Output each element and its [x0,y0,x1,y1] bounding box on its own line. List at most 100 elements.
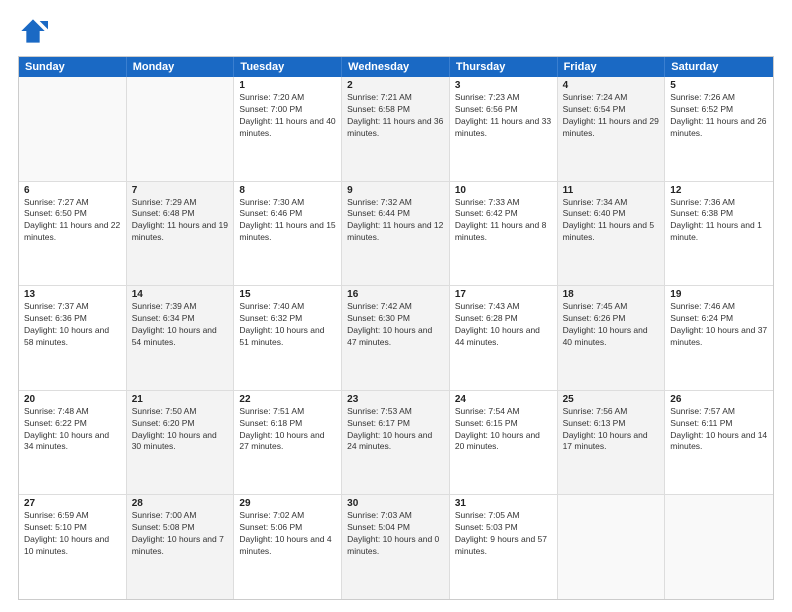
calendar-cell: 15Sunrise: 7:40 AMSunset: 6:32 PMDayligh… [234,286,342,390]
sunset-text: Sunset: 7:00 PM [239,104,336,116]
day-header-wednesday: Wednesday [342,57,450,77]
sunset-text: Sunset: 6:17 PM [347,418,444,430]
calendar: SundayMondayTuesdayWednesdayThursdayFrid… [18,56,774,600]
sunset-text: Sunset: 5:03 PM [455,522,552,534]
sunset-text: Sunset: 6:26 PM [563,313,660,325]
daylight-text: Daylight: 10 hours and 20 minutes. [455,430,552,454]
daylight-text: Daylight: 10 hours and 37 minutes. [670,325,768,349]
calendar-cell: 17Sunrise: 7:43 AMSunset: 6:28 PMDayligh… [450,286,558,390]
calendar-cell: 23Sunrise: 7:53 AMSunset: 6:17 PMDayligh… [342,391,450,495]
calendar-week-1: 6Sunrise: 7:27 AMSunset: 6:50 PMDaylight… [19,181,773,286]
sunrise-text: Sunrise: 7:34 AM [563,197,660,209]
day-number: 5 [670,80,768,91]
daylight-text: Daylight: 10 hours and 4 minutes. [239,534,336,558]
day-number: 7 [132,185,229,196]
sunrise-text: Sunrise: 7:20 AM [239,92,336,104]
daylight-text: Daylight: 9 hours and 57 minutes. [455,534,552,558]
sunset-text: Sunset: 6:32 PM [239,313,336,325]
sunset-text: Sunset: 5:06 PM [239,522,336,534]
sunrise-text: Sunrise: 7:05 AM [455,510,552,522]
calendar-cell: 3Sunrise: 7:23 AMSunset: 6:56 PMDaylight… [450,77,558,181]
logo-icon [18,16,48,46]
sunrise-text: Sunrise: 7:00 AM [132,510,229,522]
day-number: 8 [239,185,336,196]
sunrise-text: Sunrise: 7:48 AM [24,406,121,418]
calendar-cell: 11Sunrise: 7:34 AMSunset: 6:40 PMDayligh… [558,182,666,286]
sunrise-text: Sunrise: 7:24 AM [563,92,660,104]
sunrise-text: Sunrise: 7:39 AM [132,301,229,313]
day-number: 26 [670,394,768,405]
sunset-text: Sunset: 6:20 PM [132,418,229,430]
calendar-cell: 12Sunrise: 7:36 AMSunset: 6:38 PMDayligh… [665,182,773,286]
calendar-cell: 21Sunrise: 7:50 AMSunset: 6:20 PMDayligh… [127,391,235,495]
sunset-text: Sunset: 6:56 PM [455,104,552,116]
daylight-text: Daylight: 10 hours and 14 minutes. [670,430,768,454]
sunrise-text: Sunrise: 7:42 AM [347,301,444,313]
day-number: 21 [132,394,229,405]
day-number: 15 [239,289,336,300]
sunrise-text: Sunrise: 7:50 AM [132,406,229,418]
calendar-cell: 1Sunrise: 7:20 AMSunset: 7:00 PMDaylight… [234,77,342,181]
calendar-week-3: 20Sunrise: 7:48 AMSunset: 6:22 PMDayligh… [19,390,773,495]
day-number: 31 [455,498,552,509]
sunset-text: Sunset: 6:48 PM [132,208,229,220]
daylight-text: Daylight: 10 hours and 54 minutes. [132,325,229,349]
calendar-cell: 16Sunrise: 7:42 AMSunset: 6:30 PMDayligh… [342,286,450,390]
day-number: 25 [563,394,660,405]
day-number: 2 [347,80,444,91]
sunset-text: Sunset: 6:11 PM [670,418,768,430]
daylight-text: Daylight: 11 hours and 36 minutes. [347,116,444,140]
day-number: 11 [563,185,660,196]
sunrise-text: Sunrise: 7:27 AM [24,197,121,209]
calendar-cell: 8Sunrise: 7:30 AMSunset: 6:46 PMDaylight… [234,182,342,286]
day-number: 13 [24,289,121,300]
sunrise-text: Sunrise: 7:57 AM [670,406,768,418]
sunrise-text: Sunrise: 7:54 AM [455,406,552,418]
day-number: 29 [239,498,336,509]
daylight-text: Daylight: 11 hours and 40 minutes. [239,116,336,140]
daylight-text: Daylight: 11 hours and 15 minutes. [239,220,336,244]
daylight-text: Daylight: 10 hours and 40 minutes. [563,325,660,349]
sunset-text: Sunset: 6:40 PM [563,208,660,220]
sunrise-text: Sunrise: 7:37 AM [24,301,121,313]
daylight-text: Daylight: 10 hours and 24 minutes. [347,430,444,454]
page: SundayMondayTuesdayWednesdayThursdayFrid… [0,0,792,612]
day-number: 19 [670,289,768,300]
sunset-text: Sunset: 6:54 PM [563,104,660,116]
daylight-text: Daylight: 10 hours and 17 minutes. [563,430,660,454]
day-number: 30 [347,498,444,509]
daylight-text: Daylight: 11 hours and 12 minutes. [347,220,444,244]
sunrise-text: Sunrise: 7:26 AM [670,92,768,104]
calendar-cell: 4Sunrise: 7:24 AMSunset: 6:54 PMDaylight… [558,77,666,181]
calendar-cell: 22Sunrise: 7:51 AMSunset: 6:18 PMDayligh… [234,391,342,495]
sunset-text: Sunset: 6:58 PM [347,104,444,116]
sunset-text: Sunset: 6:22 PM [24,418,121,430]
sunset-text: Sunset: 6:28 PM [455,313,552,325]
calendar-cell: 7Sunrise: 7:29 AMSunset: 6:48 PMDaylight… [127,182,235,286]
sunrise-text: Sunrise: 7:03 AM [347,510,444,522]
sunset-text: Sunset: 6:36 PM [24,313,121,325]
daylight-text: Daylight: 11 hours and 5 minutes. [563,220,660,244]
calendar-cell: 14Sunrise: 7:39 AMSunset: 6:34 PMDayligh… [127,286,235,390]
calendar-cell: 9Sunrise: 7:32 AMSunset: 6:44 PMDaylight… [342,182,450,286]
calendar-week-0: 1Sunrise: 7:20 AMSunset: 7:00 PMDaylight… [19,77,773,181]
sunrise-text: Sunrise: 7:02 AM [239,510,336,522]
calendar-week-4: 27Sunrise: 6:59 AMSunset: 5:10 PMDayligh… [19,494,773,599]
day-number: 6 [24,185,121,196]
calendar-cell: 31Sunrise: 7:05 AMSunset: 5:03 PMDayligh… [450,495,558,599]
day-header-monday: Monday [127,57,235,77]
sunrise-text: Sunrise: 7:21 AM [347,92,444,104]
calendar-cell [127,77,235,181]
day-number: 28 [132,498,229,509]
sunset-text: Sunset: 5:10 PM [24,522,121,534]
daylight-text: Daylight: 10 hours and 30 minutes. [132,430,229,454]
sunset-text: Sunset: 6:42 PM [455,208,552,220]
sunset-text: Sunset: 5:08 PM [132,522,229,534]
calendar-cell [19,77,127,181]
day-number: 4 [563,80,660,91]
day-number: 1 [239,80,336,91]
sunrise-text: Sunrise: 7:43 AM [455,301,552,313]
sunset-text: Sunset: 6:24 PM [670,313,768,325]
day-number: 18 [563,289,660,300]
sunset-text: Sunset: 6:52 PM [670,104,768,116]
